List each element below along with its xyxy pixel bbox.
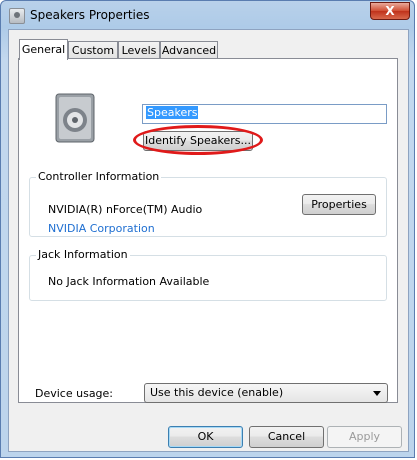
device-name-input[interactable]: Speakers <box>142 104 387 124</box>
cancel-button[interactable]: Cancel <box>249 426 324 448</box>
apply-button[interactable]: Apply <box>327 426 402 448</box>
general-tab-panel: Speakers Identify Speakers... Controller… <box>18 58 398 403</box>
tab-general[interactable]: General <box>19 39 68 60</box>
device-usage-label-text: Device usage: <box>35 387 114 400</box>
controller-vendor-link[interactable]: NVIDIA Corporation <box>48 222 155 235</box>
controller-properties-button[interactable]: Properties <box>302 194 376 215</box>
speaker-app-icon <box>9 8 25 24</box>
dialog-client-area: General Custom Levels Advanced Speakers … <box>8 29 409 452</box>
jack-info-group: Jack Information No Jack Information Ava… <box>29 248 387 301</box>
tab-levels[interactable]: Levels <box>118 41 160 59</box>
jack-info-text: No Jack Information Available <box>48 275 210 288</box>
identify-speakers-button[interactable]: Identify Speakers... <box>143 131 253 151</box>
controller-name: NVIDIA(R) nForce(TM) Audio <box>48 203 203 216</box>
device-usage-select[interactable]: Use this device (enable) <box>144 383 388 403</box>
chevron-down-icon <box>373 391 381 396</box>
window-title: Speakers Properties <box>30 8 150 22</box>
close-button[interactable]: X <box>370 2 410 20</box>
device-usage-selected: Use this device (enable) <box>150 386 284 399</box>
title-bar[interactable]: Speakers Properties X <box>1 1 414 29</box>
jack-info-label: Jack Information <box>36 248 130 261</box>
device-name-value: Speakers <box>146 106 199 119</box>
properties-window: Speakers Properties X General Custom Lev… <box>0 0 415 458</box>
controller-info-group: Controller Information NVIDIA(R) nForce(… <box>29 170 387 237</box>
controller-info-label: Controller Information <box>36 170 162 183</box>
ok-button[interactable]: OK <box>168 426 243 448</box>
speaker-icon <box>55 93 95 143</box>
tab-custom[interactable]: Custom <box>68 41 118 59</box>
tab-advanced[interactable]: Advanced <box>160 41 218 59</box>
